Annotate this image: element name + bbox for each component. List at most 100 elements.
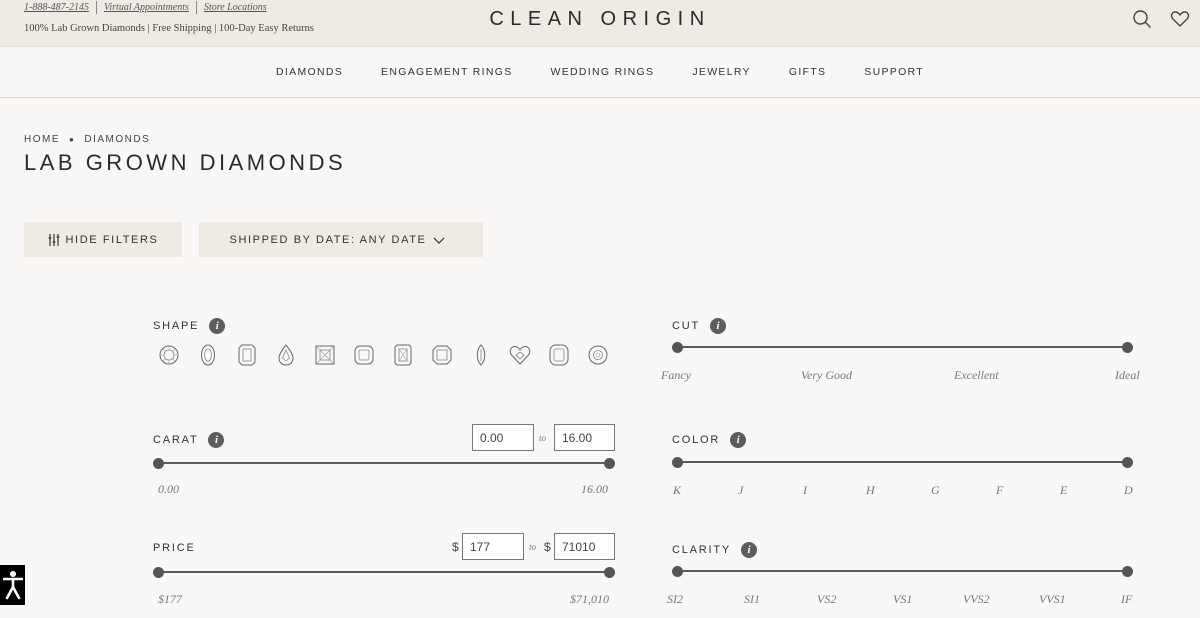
shape-round-icon[interactable] (157, 343, 180, 366)
carat-filter-label: CARAT i (153, 432, 225, 448)
shape-label-text: SHAPE (153, 320, 200, 332)
cut-label-text: CUT (672, 320, 701, 332)
carat-slider-track[interactable] (158, 462, 610, 464)
price-filter-label: PRICE (153, 542, 196, 554)
carat-info-icon[interactable]: i (208, 432, 225, 448)
clarity-slider-max-handle[interactable] (1122, 566, 1133, 577)
clarity-tick: VVS2 (963, 592, 990, 606)
clarity-filter-label: CLARITY i (672, 542, 758, 558)
price-slider-track[interactable] (158, 571, 610, 573)
shape-heart-icon[interactable] (508, 343, 531, 366)
hide-filters-button[interactable]: HIDE FILTERS (24, 222, 182, 257)
cut-slider-track[interactable] (677, 346, 1128, 348)
shape-princess-icon[interactable] (313, 343, 336, 366)
breadcrumb: HOME ● DIAMONDS (24, 134, 150, 145)
color-tick: I (803, 483, 807, 497)
shape-marquise-icon[interactable] (469, 343, 492, 366)
color-tick: D (1124, 483, 1133, 497)
color-label-text: COLOR (672, 434, 721, 446)
carat-to-label: to (539, 433, 547, 443)
nav-wedding-rings[interactable]: WEDDING RINGS (551, 66, 655, 78)
color-info-icon[interactable]: i (730, 432, 747, 448)
heart-icon[interactable] (1170, 9, 1190, 29)
carat-max-input[interactable]: 16.00 (554, 424, 615, 451)
clarity-tick: VS1 (893, 592, 913, 606)
cut-tick: Fancy (661, 368, 691, 382)
price-to-label: to (529, 542, 537, 552)
top-bar: 1-888-487-2145 Virtual Appointments Stor… (0, 0, 1200, 47)
color-tick: K (673, 483, 682, 497)
shape-emerald-icon[interactable] (235, 343, 258, 366)
price-max-input[interactable]: 71010 (554, 533, 615, 560)
main-nav: DIAMONDS ENGAGEMENT RINGS WEDDING RINGS … (0, 47, 1200, 98)
nav-jewelry[interactable]: JEWELRY (692, 66, 751, 78)
price-max-currency: $ (544, 540, 551, 554)
clarity-tick: SI1 (744, 592, 760, 606)
shape-elongated-cushion-icon[interactable] (547, 343, 570, 366)
color-slider-track[interactable] (677, 461, 1128, 463)
shape-pear-icon[interactable] (274, 343, 297, 366)
shape-old-mine-icon[interactable] (586, 343, 609, 366)
clarity-tick: VS2 (817, 592, 837, 606)
color-tick: J (738, 483, 744, 497)
accessibility-icon (2, 571, 23, 600)
cut-info-icon[interactable]: i (710, 318, 727, 334)
price-slider-min-handle[interactable] (153, 567, 164, 578)
cut-filter-label: CUT i (672, 318, 727, 334)
shape-oval-icon[interactable] (196, 343, 219, 366)
color-tick: E (1060, 483, 1068, 497)
accessibility-button[interactable] (0, 565, 25, 605)
nav-gifts[interactable]: GIFTS (789, 66, 826, 78)
logo[interactable]: CLEAN ORIGIN (0, 8, 1200, 31)
price-min-value: $177 (158, 592, 182, 606)
clarity-label-text: CLARITY (672, 544, 732, 556)
color-slider-min-handle[interactable] (672, 457, 683, 468)
carat-label-text: CARAT (153, 434, 199, 446)
carat-slider-max-handle[interactable] (604, 458, 615, 469)
shipped-by-date-label: SHIPPED BY DATE: ANY DATE (229, 233, 427, 246)
filter-sliders-icon (48, 233, 60, 246)
clarity-slider-min-handle[interactable] (672, 566, 683, 577)
price-max-value: $71,010 (570, 592, 609, 606)
search-icon[interactable] (1132, 9, 1152, 29)
shape-info-icon[interactable]: i (209, 318, 226, 334)
color-filter-label: COLOR i (672, 432, 747, 448)
price-slider-max-handle[interactable] (604, 567, 615, 578)
cut-slider-max-handle[interactable] (1122, 342, 1133, 353)
price-min-currency: $ (452, 540, 459, 554)
hide-filters-label: HIDE FILTERS (65, 233, 159, 246)
page-title: LAB GROWN DIAMONDS (24, 150, 347, 175)
cut-tick: Excellent (954, 368, 999, 382)
shipped-by-date-dropdown[interactable]: SHIPPED BY DATE: ANY DATE (199, 222, 483, 257)
nav-engagement-rings[interactable]: ENGAGEMENT RINGS (381, 66, 512, 78)
shape-filter-label: SHAPE i (153, 318, 226, 334)
breadcrumb-home[interactable]: HOME (24, 134, 60, 145)
carat-min-value: 0.00 (158, 482, 179, 496)
carat-min-input[interactable]: 0.00 (472, 424, 534, 451)
color-slider-max-handle[interactable] (1122, 457, 1133, 468)
shape-asscher-icon[interactable] (430, 343, 453, 366)
cut-tick: Ideal (1115, 368, 1140, 382)
color-tick: G (931, 483, 940, 497)
carat-max-value: 16.00 (581, 482, 608, 496)
color-tick: F (996, 483, 1004, 497)
shape-options (157, 343, 625, 366)
price-min-input[interactable]: 177 (462, 533, 524, 560)
clarity-slider-track[interactable] (677, 570, 1128, 572)
nav-support[interactable]: SUPPORT (864, 66, 924, 78)
cut-slider-min-handle[interactable] (672, 342, 683, 353)
cut-tick: Very Good (801, 368, 852, 382)
clarity-info-icon[interactable]: i (741, 542, 758, 558)
breadcrumb-separator: ● (69, 135, 76, 144)
shape-cushion-icon[interactable] (352, 343, 375, 366)
chevron-down-icon (434, 237, 445, 244)
nav-diamonds[interactable]: DIAMONDS (276, 66, 343, 78)
color-tick: H (866, 483, 875, 497)
breadcrumb-current[interactable]: DIAMONDS (84, 134, 150, 145)
shape-radiant-icon[interactable] (391, 343, 414, 366)
price-label-text: PRICE (153, 542, 196, 554)
clarity-tick: SI2 (667, 592, 683, 606)
carat-slider-min-handle[interactable] (153, 458, 164, 469)
clarity-tick: IF (1121, 592, 1133, 606)
clarity-tick: VVS1 (1039, 592, 1066, 606)
